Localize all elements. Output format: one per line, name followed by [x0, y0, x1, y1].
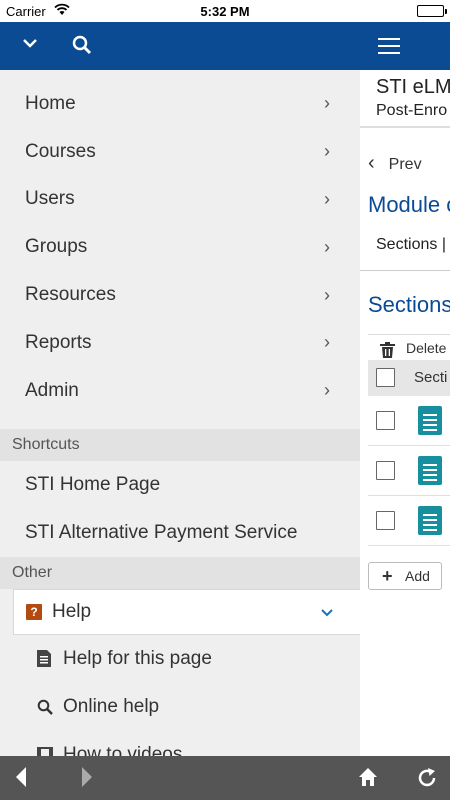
nav-drawer: Home › Courses › Users › Groups › Resources ›… [0, 22, 360, 756]
row-checkbox[interactable] [376, 511, 395, 530]
nav-item-users[interactable]: Users › [0, 176, 360, 224]
site-subtitle: Post-Enro [376, 102, 448, 119]
refresh-icon[interactable] [416, 767, 438, 794]
nav-item-groups[interactable]: Groups › [0, 223, 360, 271]
nav-item-label: Resources [25, 284, 116, 306]
plus-icon: + [382, 566, 393, 586]
nav-item-label: Admin [25, 379, 79, 401]
film-icon [37, 746, 55, 756]
chevron-right-icon: › [324, 188, 330, 209]
nav-item-reports[interactable]: Reports › [0, 319, 360, 367]
help-label: Help [52, 600, 92, 622]
chevron-right-icon: › [324, 380, 330, 401]
document-icon [37, 650, 55, 668]
back-arrow-icon[interactable] [14, 766, 28, 793]
nav-item-label: Users [25, 188, 75, 210]
delete-label: Delete [406, 340, 447, 356]
drawer-header [0, 22, 360, 70]
table-row[interactable] [368, 496, 450, 546]
chevron-left-icon: ‹ [368, 152, 375, 174]
help-item-online[interactable]: Online help [0, 683, 360, 731]
document-icon [418, 506, 442, 535]
chevron-down-icon[interactable] [320, 602, 334, 624]
document-icon [418, 456, 442, 485]
help-item-videos[interactable]: How to videos [0, 731, 360, 756]
nav-item-label: Home [25, 92, 76, 114]
nav-list: Home › Courses › Users › Groups › Resources ›… [0, 70, 360, 415]
tab-divider [360, 270, 450, 271]
nav-item-label: Courses [25, 140, 96, 162]
nav-item-courses[interactable]: Courses › [0, 128, 360, 176]
battery-icon [417, 5, 447, 17]
chevron-right-icon: › [324, 93, 330, 114]
home-icon[interactable] [358, 767, 378, 792]
table-row[interactable] [368, 446, 450, 496]
shortcut-sti-home-page[interactable]: STI Home Page [0, 461, 360, 509]
row-checkbox[interactable] [376, 411, 395, 430]
sections-heading: Sections [368, 292, 450, 317]
other-heading: Other [0, 556, 360, 589]
bottom-toolbar [0, 756, 450, 800]
nav-item-resources[interactable]: Resources › [0, 271, 360, 319]
chevron-right-icon: › [324, 236, 330, 257]
content-header [360, 22, 450, 70]
search-icon [37, 699, 55, 715]
module-title: Module c [368, 192, 450, 217]
delete-button[interactable]: Delete [368, 334, 450, 360]
nav-item-home[interactable]: Home › [0, 80, 360, 128]
chevron-right-icon: › [324, 284, 330, 305]
nav-item-admin[interactable]: Admin › [0, 367, 360, 415]
nav-item-label: Groups [25, 236, 88, 258]
document-icon [418, 406, 442, 435]
status-time: 5:32 PM [200, 4, 250, 19]
column-header-section: Secti [414, 369, 448, 386]
table-header: Secti [368, 360, 450, 396]
help-item-label: Help for this page [63, 647, 212, 669]
row-checkbox[interactable] [376, 461, 395, 480]
hamburger-icon[interactable] [378, 38, 400, 59]
chevron-right-icon: › [324, 332, 330, 353]
shortcut-sti-alternative-payment[interactable]: STI Alternative Payment Service [0, 509, 360, 557]
status-bar: Carrier 5:32 PM [0, 0, 450, 22]
help-item-this-page[interactable]: Help for this page [0, 635, 360, 683]
site-title: STI eLM [376, 76, 450, 98]
page-content: STI eLM Post-Enro ‹ Prev Module c Section… [360, 22, 450, 756]
chevron-right-icon: › [324, 141, 330, 162]
select-all-checkbox[interactable] [376, 368, 395, 387]
tab-sections[interactable]: Sections | [376, 236, 446, 254]
nav-item-label: Reports [25, 331, 92, 353]
shortcuts-heading: Shortcuts [0, 428, 360, 461]
forward-arrow-icon[interactable] [80, 766, 94, 793]
table-row[interactable] [368, 396, 450, 446]
chevron-down-icon[interactable] [22, 36, 38, 54]
help-item-label: Online help [63, 695, 160, 717]
search-icon[interactable] [72, 35, 92, 60]
help-menu[interactable]: ? Help [13, 588, 360, 635]
prev-label: Prev [388, 156, 422, 173]
add-button[interactable]: + Add [368, 562, 442, 590]
add-label: Add [405, 568, 430, 584]
help-icon: ? [26, 603, 42, 620]
prev-link[interactable]: ‹ Prev [368, 152, 422, 175]
help-item-label: How to videos [63, 743, 183, 756]
divider [360, 126, 450, 128]
